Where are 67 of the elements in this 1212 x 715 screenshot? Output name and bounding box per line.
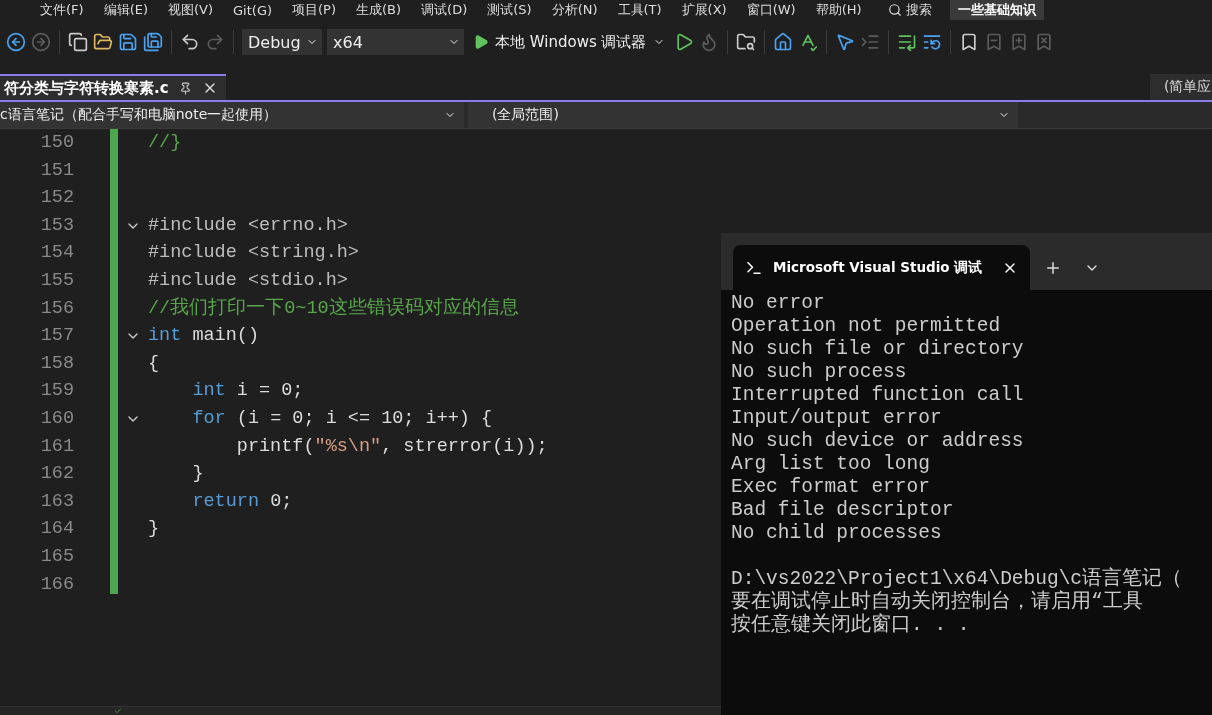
code-line: #include <stdio.h> (148, 269, 348, 291)
console-line: Operation not permitted (731, 315, 1001, 337)
code-line: } (191, 463, 204, 485)
menu-item[interactable]: 文件(F) (30, 1, 94, 19)
console-tab[interactable]: Microsoft Visual Studio 调试 (733, 245, 1030, 290)
code-line: #include <errno.h> (148, 214, 348, 236)
code-line: int main() (148, 325, 260, 347)
line-number: 161 (39, 434, 75, 459)
line-number: 157 (39, 324, 75, 349)
menu-item[interactable]: 项目(P) (282, 1, 346, 19)
console-line: No such file or directory (731, 338, 1024, 360)
line-number: 155 (39, 268, 75, 293)
console-line: No such process (731, 361, 907, 383)
code-line: return 0; (191, 490, 293, 512)
line-number: 153 (39, 213, 75, 238)
console-line: No child processes (731, 522, 942, 544)
code-line: //} (148, 132, 182, 153)
platform-dropdown[interactable]: x64 (327, 29, 464, 55)
code-line: #include <string.h> (148, 242, 359, 264)
menu-item[interactable]: 分析(N) (541, 1, 608, 19)
menu-item[interactable]: 生成(B) (346, 1, 412, 19)
line-number: 154 (39, 241, 75, 266)
line-number: 164 (39, 517, 75, 542)
code-line: } (148, 518, 160, 540)
document-tab[interactable]: 符分类与字符转换寒素.c (0, 74, 226, 100)
line-number: 156 (39, 296, 75, 321)
run-button[interactable]: 本地 Windows 调试器 (469, 32, 669, 52)
code-line: printf("%s\n", strerror(i)); (235, 435, 548, 457)
menu-item[interactable]: 编辑(E) (93, 1, 158, 19)
project-dropdown[interactable]: c语言笔记（配合手写和电脑note一起使用） (0, 102, 464, 128)
console-line: No error (731, 292, 825, 314)
line-number: 165 (39, 544, 75, 569)
line-number: 162 (39, 462, 75, 487)
line-number: 159 (39, 379, 75, 404)
code-line: for (i = 0; i <= 10; i++) { (191, 407, 493, 429)
code-line: int i = 0; (191, 380, 304, 402)
line-number: 150 (39, 131, 75, 155)
console-line: Interrupted function call (731, 384, 1024, 406)
menu-item[interactable]: 调试(D) (411, 1, 478, 19)
menu-item[interactable]: 视图(V) (158, 1, 224, 19)
menu-item[interactable]: 测试(S) (477, 1, 542, 19)
scope-dropdown[interactable]: (全局范围) (468, 102, 1018, 128)
search-button[interactable]: 搜索 (887, 1, 932, 19)
console-line: 按任意键关闭此窗口. . . (731, 614, 970, 636)
console-line: D:\vs2022\Project1\x64\Debug\c语言笔记（ (731, 568, 1183, 590)
code-line: //我们打印一下0~10这些错误码对应的信息 (148, 297, 519, 319)
console-line: Bad file descriptor (731, 499, 954, 521)
console-line: Exec format error (731, 476, 930, 498)
console-line: Arg list too long (731, 453, 930, 475)
menu-item[interactable]: 工具(T) (607, 1, 672, 19)
line-number: 166 (39, 572, 75, 597)
configuration-dropdown[interactable]: Debug (242, 29, 322, 55)
code-line: { (148, 352, 160, 374)
solution-title: 一些基础知识 (949, 0, 1044, 20)
menu-item[interactable]: 帮助(H) (805, 1, 872, 19)
line-number: 151 (39, 158, 75, 183)
line-number: 158 (39, 351, 75, 376)
console-line: No such device or address (731, 430, 1024, 452)
menu-item[interactable]: 窗口(W) (736, 1, 806, 19)
menu-item[interactable]: 扩展(X) (671, 1, 737, 19)
console-line: Input/output error (731, 407, 942, 429)
menu-item[interactable]: Git(G) (223, 2, 283, 18)
side-tab[interactable]: (简单应 (1150, 74, 1212, 100)
line-number: 160 (39, 406, 75, 431)
line-number: 152 (39, 186, 75, 211)
console-line: 要在调试停止时自动关闭控制台，请启用“工具 (731, 591, 1143, 613)
line-number: 163 (39, 489, 75, 514)
